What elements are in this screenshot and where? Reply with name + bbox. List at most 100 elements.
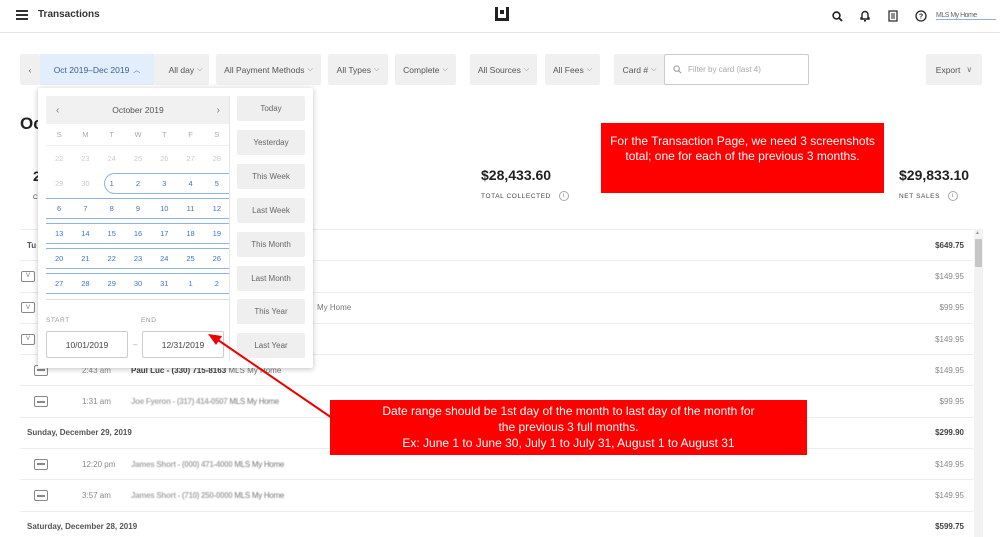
calendar-day[interactable]: 26 (204, 254, 230, 263)
transaction-amount: $149.95 (935, 365, 964, 375)
calendar-day[interactable]: 20 (46, 254, 72, 263)
preset-yesterday-button[interactable]: Yesterday (237, 130, 305, 155)
calendar-day[interactable]: 23 (125, 254, 151, 263)
calendar-day[interactable]: 27 (46, 279, 72, 288)
info-icon[interactable]: i (558, 191, 569, 201)
preset-today-button[interactable]: Today (237, 96, 305, 121)
preset-this-month-button[interactable]: This Month (237, 232, 305, 257)
calendar-day[interactable]: 5 (204, 179, 230, 188)
card-filter-input[interactable] (688, 65, 808, 74)
end-date-input[interactable] (142, 331, 224, 358)
calendar-day[interactable]: 17 (151, 229, 177, 238)
preset-last-week-button[interactable]: Last Week (237, 198, 305, 223)
calendar-day[interactable]: 14 (72, 229, 98, 238)
table-row[interactable]: 3:57 am James Short - (710) 250-0000 MLS… (20, 479, 973, 510)
receipt-icon[interactable] (886, 9, 900, 23)
transaction-description: James Short - (000) 471-4000 MLS My Home (131, 460, 284, 469)
preset-this-week-button[interactable]: This Week (237, 164, 305, 189)
payment-method-dropdown[interactable]: All Payment Methods ⌵ (216, 54, 321, 85)
end-label: END (141, 317, 157, 324)
calendar-day[interactable]: 3 (151, 179, 177, 188)
calendar-day[interactable]: 19 (204, 229, 230, 238)
calendar-day[interactable]: 10 (151, 204, 177, 213)
calendar-day[interactable]: 30 (125, 279, 151, 288)
total-collected-stat: $28,433.60 TOTAL COLLECTED i (481, 167, 569, 201)
type-filter-dropdown[interactable]: All Types ⌵ (328, 54, 388, 85)
calendar-day[interactable]: 26 (151, 154, 177, 163)
net-sales-label: NET SALES (899, 192, 941, 200)
next-month-button[interactable]: › (217, 105, 220, 116)
calendar-day[interactable]: 28 (72, 279, 98, 288)
calendar-day[interactable]: 13 (46, 229, 72, 238)
calendar-day[interactable]: 6 (46, 204, 72, 213)
calendar-week: 20 21 22 23 24 25 26 (46, 246, 230, 271)
calendar-day[interactable]: 18 (177, 229, 203, 238)
calendar-day[interactable]: 29 (46, 179, 72, 188)
calendar-day[interactable]: 25 (125, 154, 151, 163)
calendar-day[interactable]: 22 (46, 154, 72, 163)
fee-filter-dropdown[interactable]: All Fees ⌵ (545, 54, 600, 85)
scrollbar-thumb[interactable] (975, 239, 982, 267)
chevron-down-icon: ⌵ (442, 65, 448, 73)
calendar-day[interactable]: 12 (204, 204, 230, 213)
date-range-dropdown[interactable]: Oct 2019–Dec 2019 ︿ (40, 54, 154, 85)
calendar-day[interactable]: 31 (151, 279, 177, 288)
month-label: October 2019 (112, 105, 164, 115)
menu-icon[interactable] (16, 10, 28, 20)
preset-last-month-button[interactable]: Last Month (237, 266, 305, 291)
date-group-total: $299.90 (935, 428, 964, 438)
start-date-input[interactable] (46, 331, 128, 358)
visa-icon: V (21, 270, 35, 282)
calendar-day[interactable]: 15 (99, 229, 125, 238)
weekday-label: S (214, 130, 220, 139)
customer-name: Joe Fyeron - (317) 414-0507 (131, 397, 228, 407)
export-dropdown[interactable]: Export ∨ (926, 54, 982, 85)
logo-icon[interactable] (495, 7, 509, 21)
scrollbar[interactable]: ▲ (974, 229, 983, 537)
calendar-day[interactable]: 29 (99, 279, 125, 288)
net-sales-stat: $29,833.10 NET SALES i (899, 167, 969, 201)
calendar-day[interactable]: 16 (125, 229, 151, 238)
chevron-down-icon: ⌵ (523, 65, 530, 73)
user-menu[interactable]: MLS My Home (936, 12, 996, 20)
source-filter-dropdown[interactable]: All Sources ⌵ (470, 54, 537, 85)
card-number-dropdown[interactable]: Card # ⌵ (614, 54, 665, 85)
calendar-day[interactable]: 8 (99, 204, 125, 213)
help-icon[interactable]: ? (914, 9, 928, 23)
chevron-up-icon: ︿ (133, 66, 141, 74)
calendar-day[interactable]: 25 (177, 254, 203, 263)
preset-last-year-button[interactable]: Last Year (237, 333, 305, 358)
time-filter-dropdown[interactable]: All day ⌵ (162, 54, 209, 85)
annotation-line: Date range should be 1st day of the mont… (382, 404, 755, 418)
annotation-line: the previous 3 full months. (498, 420, 639, 434)
calendar-day[interactable]: 30 (72, 179, 98, 188)
calendar-day[interactable]: 7 (72, 204, 98, 213)
calendar-day[interactable]: 1 (99, 179, 125, 188)
status-filter-dropdown[interactable]: Complete ⌵ (395, 54, 456, 85)
calendar-day[interactable]: 28 (204, 154, 230, 163)
calendar-day[interactable]: 2 (125, 179, 151, 188)
transaction-time: 12:20 pm (82, 459, 116, 469)
calendar-day[interactable]: 22 (99, 254, 125, 263)
calendar-day[interactable]: 23 (72, 154, 98, 163)
calendar-day[interactable]: 24 (151, 254, 177, 263)
info-icon[interactable]: i (948, 191, 959, 201)
weekday-label: M (82, 130, 89, 139)
prev-range-button[interactable]: ‹ (20, 54, 40, 85)
calendar-day[interactable]: 9 (125, 204, 151, 213)
calendar-day[interactable]: 1 (177, 279, 203, 288)
transaction-source: MLS My Home (229, 397, 279, 407)
calendar-day[interactable]: 11 (177, 204, 203, 213)
prev-month-button[interactable]: ‹ (56, 105, 59, 116)
calendar-day[interactable]: 2 (204, 279, 230, 288)
visa-icon: V (21, 333, 35, 345)
calendar-day[interactable]: 27 (177, 154, 203, 163)
calendar-day[interactable]: 4 (177, 179, 203, 188)
calendar-day[interactable]: 21 (72, 254, 98, 263)
calendar-day[interactable]: 24 (99, 154, 125, 163)
scroll-up-icon[interactable]: ▲ (975, 230, 980, 236)
transaction-amount: $149.95 (935, 271, 964, 281)
search-icon[interactable] (830, 9, 844, 23)
preset-this-year-button[interactable]: This Year (237, 299, 305, 324)
bell-icon[interactable] (858, 9, 872, 23)
